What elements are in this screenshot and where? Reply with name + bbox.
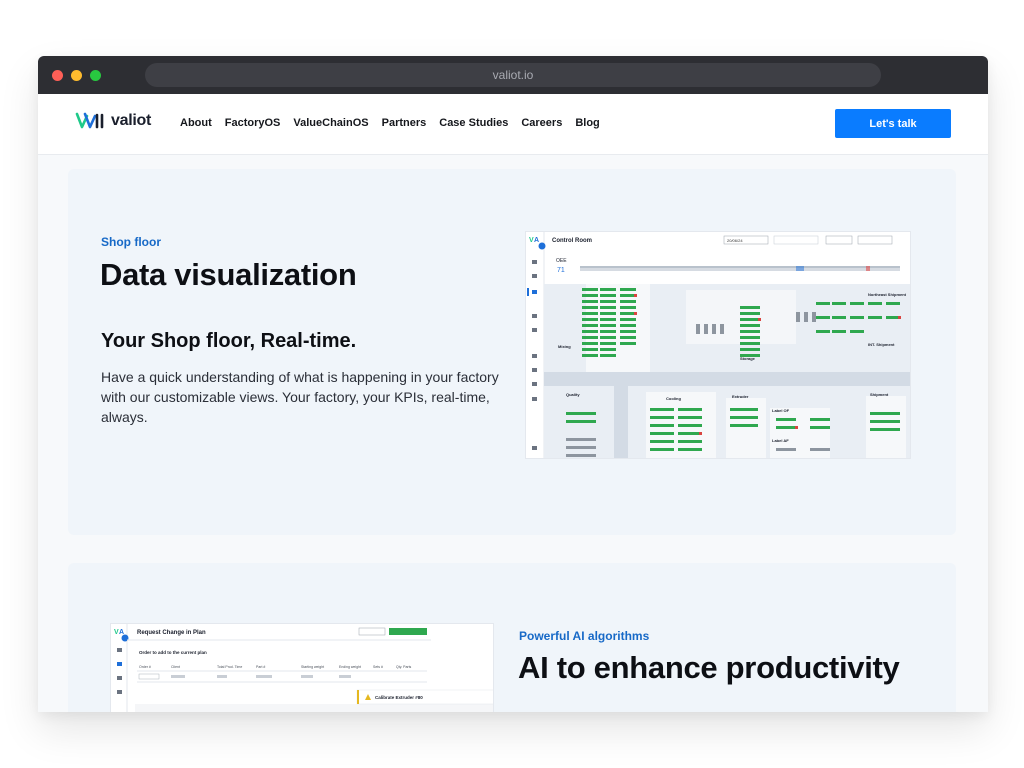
nav-item-factoryos[interactable]: FactoryOS: [225, 117, 281, 129]
svg-text:A: A: [534, 237, 539, 244]
svg-text:Mixing: Mixing: [558, 344, 571, 349]
svg-text:Sets #: Sets #: [373, 665, 383, 669]
svg-text:Label OF: Label OF: [772, 408, 790, 413]
svg-text:Part #: Part #: [256, 665, 265, 669]
browser-window: valiot.io valiot About FactoryOS ValueCh…: [38, 56, 988, 712]
nav-item-blog[interactable]: Blog: [575, 117, 599, 129]
svg-text:Northeast Shipment: Northeast Shipment: [868, 292, 907, 297]
section-eyebrow: Powerful AI algorithms: [519, 629, 650, 643]
svg-text:Qty. Parts: Qty. Parts: [396, 665, 412, 669]
address-bar[interactable]: valiot.io: [145, 63, 881, 87]
svg-text:Starting weight: Starting weight: [301, 665, 324, 669]
svg-text:Extruder: Extruder: [732, 394, 749, 399]
nav-item-valuechainos[interactable]: ValueChainOS: [293, 117, 368, 129]
change-plan-screenshot: V A Request Change in Plan Order to add …: [110, 623, 494, 712]
nav-item-about[interactable]: About: [180, 117, 212, 129]
nav-item-partners[interactable]: Partners: [382, 117, 427, 129]
page-content: Shop floor Data visualization Your Shop …: [38, 155, 988, 712]
nav-item-careers[interactable]: Careers: [521, 117, 562, 129]
lets-talk-button[interactable]: Let's talk: [835, 109, 951, 138]
svg-text:20/06/24: 20/06/24: [727, 238, 743, 243]
svg-text:Ending weight: Ending weight: [339, 665, 361, 669]
valiot-logo-icon: [75, 112, 104, 129]
svg-text:Calibrate Extruder #80: Calibrate Extruder #80: [375, 695, 423, 700]
minimize-window-button[interactable]: [71, 70, 82, 81]
browser-titlebar: valiot.io: [38, 56, 988, 94]
section-eyebrow: Shop floor: [101, 235, 161, 249]
change-plan-illustration: V A Request Change in Plan Order to add …: [111, 624, 493, 712]
maximize-window-button[interactable]: [90, 70, 101, 81]
close-window-button[interactable]: [52, 70, 63, 81]
svg-text:Order #: Order #: [139, 665, 151, 669]
site-header: valiot About FactoryOS ValueChainOS Part…: [38, 94, 988, 155]
control-room-illustration: V A Control Room 20/06/24 OEE 71 Mixing …: [526, 232, 910, 458]
svg-text:Shipment: Shipment: [870, 392, 889, 397]
main-menu: About FactoryOS ValueChainOS Partners Ca…: [180, 117, 600, 129]
nav-item-case-studies[interactable]: Case Studies: [439, 117, 508, 129]
control-room-title: Control Room: [552, 238, 592, 244]
section-description: Have a quick understanding of what is ha…: [101, 369, 499, 425]
svg-text:Order to add to the current pl: Order to add to the current plan: [139, 650, 207, 655]
section-subtitle: Your Shop floor, Real-time.: [101, 330, 357, 352]
section-title: Data visualization: [100, 257, 357, 292]
svg-text:Label AF: Label AF: [772, 438, 789, 443]
logo-text: valiot: [111, 112, 151, 129]
valiot-logo[interactable]: valiot: [75, 112, 151, 130]
svg-text:Storage: Storage: [740, 356, 756, 361]
svg-text:Request Change in Plan: Request Change in Plan: [137, 630, 206, 636]
control-room-screenshot: V A Control Room 20/06/24 OEE 71 Mixing …: [525, 231, 911, 459]
svg-text:Quality: Quality: [566, 392, 580, 397]
svg-text:Cooling: Cooling: [666, 396, 681, 401]
section-title: AI to enhance productivity: [518, 650, 900, 685]
svg-text:71: 71: [557, 267, 565, 274]
svg-text:INT. Shipment: INT. Shipment: [868, 342, 895, 347]
data-visualization-section: Shop floor Data visualization Your Shop …: [68, 169, 956, 535]
svg-text:OEE: OEE: [556, 258, 567, 264]
svg-text:Total Prod. Time: Total Prod. Time: [217, 665, 242, 669]
ai-productivity-section: V A Request Change in Plan Order to add …: [68, 563, 956, 712]
svg-text:Client: Client: [171, 665, 180, 669]
